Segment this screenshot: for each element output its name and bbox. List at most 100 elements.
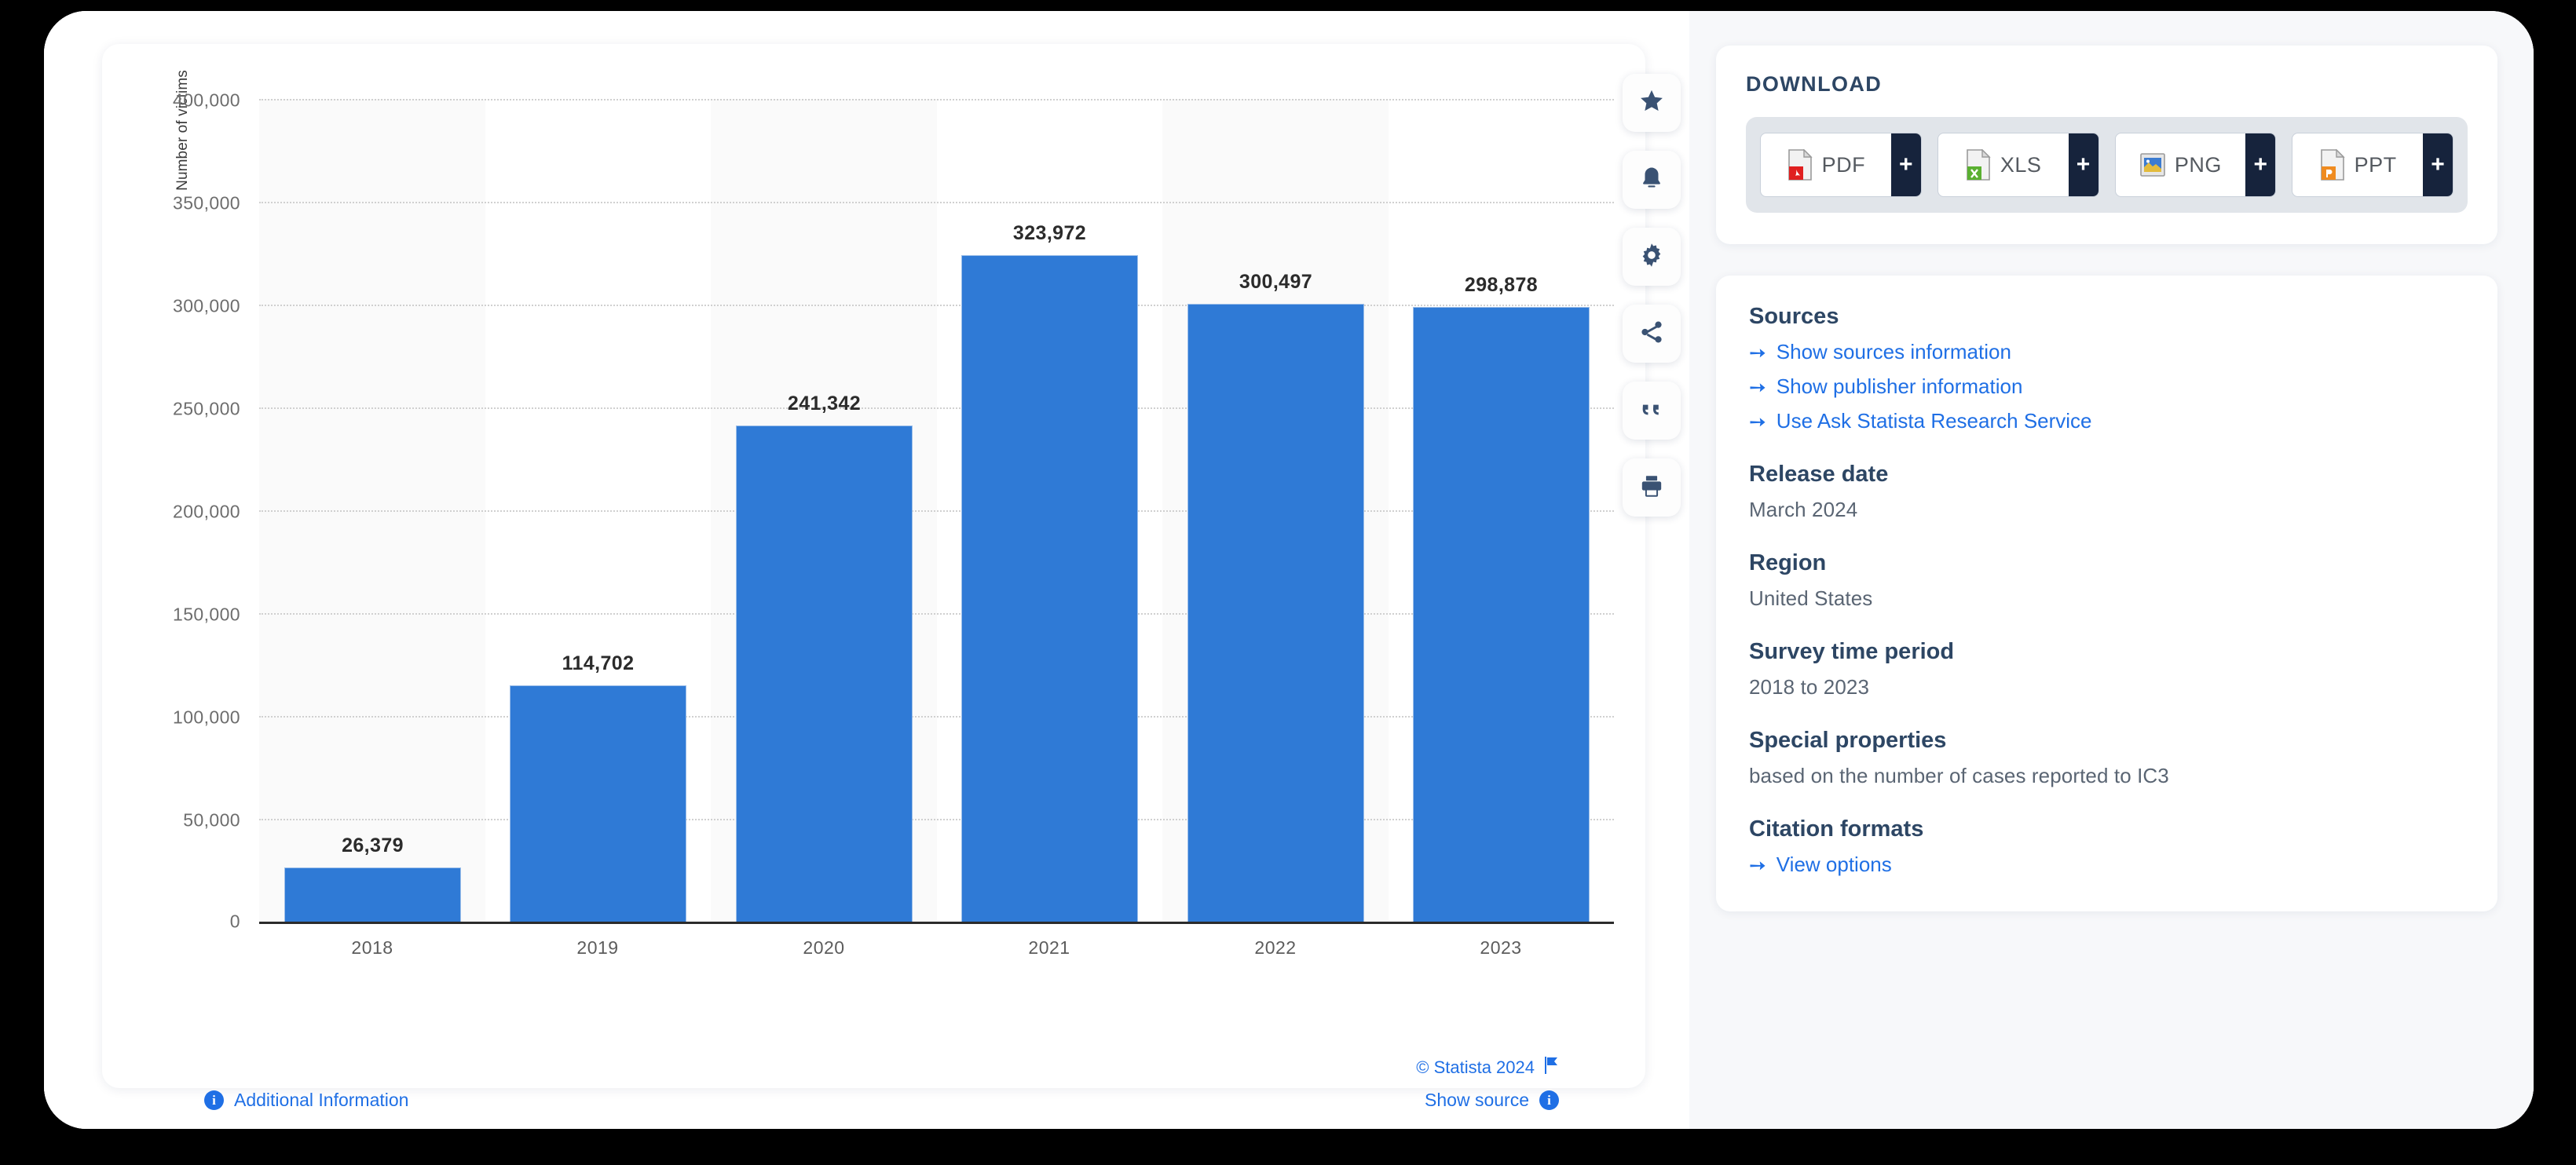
- download-pdf-main[interactable]: PDF: [1761, 133, 1891, 196]
- print-button[interactable]: [1623, 458, 1681, 517]
- show-publisher-information-link[interactable]: ➙ Show publisher information: [1749, 374, 2464, 399]
- quote-icon: [1638, 396, 1665, 426]
- download-ppt-plus[interactable]: +: [2423, 133, 2453, 196]
- additional-information-label: Additional Information: [234, 1090, 409, 1110]
- alert-button[interactable]: [1623, 151, 1681, 209]
- gridline: 250,000: [173, 399, 1614, 419]
- y-tick-label: 150,000: [173, 604, 240, 625]
- y-tick-label: 350,000: [173, 192, 240, 214]
- share-button[interactable]: [1623, 305, 1681, 363]
- download-title: DOWNLOAD: [1746, 72, 1883, 96]
- download-png-main[interactable]: PNG: [2116, 133, 2246, 196]
- xls-file-icon: [1965, 148, 1992, 181]
- special-properties-value: based on the number of cases reported to…: [1749, 764, 2169, 787]
- download-buttons-row: PDF + XLS + PNG + PPT +: [1746, 117, 2468, 213]
- gear-icon: [1638, 242, 1665, 272]
- show-source-link[interactable]: Show source i: [1425, 1090, 1559, 1111]
- download-pdf-button[interactable]: PDF +: [1760, 133, 1922, 197]
- info-icon: i: [204, 1090, 224, 1110]
- copyright-label: © Statista 2024: [1416, 1057, 1535, 1077]
- metadata-panel: Sources ➙ Show sources information ➙ Sho…: [1716, 276, 2497, 911]
- app-window: Number of victims 400,000 350,000 300,00…: [44, 11, 2534, 1129]
- flag-icon: [1543, 1057, 1559, 1079]
- arrow-right-icon: ➙: [1749, 409, 1766, 433]
- download-png-button[interactable]: PNG +: [2114, 133, 2277, 197]
- download-ppt-label: PPT: [2354, 152, 2397, 177]
- download-xls-label: XLS: [2000, 152, 2042, 177]
- y-tick-label: 400,000: [173, 89, 240, 111]
- bar-2022[interactable]: 300,497: [1187, 271, 1364, 922]
- show-source-label: Show source: [1425, 1090, 1529, 1110]
- y-tick-label: 200,000: [173, 501, 240, 522]
- ask-statista-research-service-link[interactable]: ➙ Use Ask Statista Research Service: [1749, 409, 2464, 433]
- png-file-icon: [2139, 149, 2166, 181]
- plot-area: 400,000 350,000 300,000 250,000 200,000: [173, 90, 1614, 932]
- chart-card: Number of victims 400,000 350,000 300,00…: [102, 44, 1645, 1110]
- x-tick-label-2022: 2022: [1254, 937, 1297, 958]
- download-ppt-button[interactable]: PPT +: [2292, 133, 2453, 197]
- x-tick-label-2023: 2023: [1480, 937, 1522, 958]
- download-panel: DOWNLOAD PDF + XLS + PNG + PPT +: [1716, 46, 2497, 244]
- cite-button[interactable]: [1623, 382, 1681, 440]
- citation-formats-heading: Citation formats: [1749, 816, 1924, 842]
- download-xls-button[interactable]: XLS +: [1937, 133, 2099, 197]
- download-pdf-plus[interactable]: +: [1890, 133, 1921, 196]
- release-date-heading: Release date: [1749, 462, 1889, 487]
- gridline: 100,000: [173, 707, 1614, 728]
- bar-2023[interactable]: 298,878: [1413, 274, 1590, 922]
- settings-button[interactable]: [1623, 228, 1681, 286]
- ask-statista-research-service-label: Use Ask Statista Research Service: [1776, 409, 2092, 433]
- additional-information-link[interactable]: i Additional Information: [204, 1090, 408, 1111]
- x-tick-label-2020: 2020: [803, 937, 845, 958]
- download-png-plus[interactable]: +: [2245, 133, 2276, 196]
- x-tick-label-2019: 2019: [576, 937, 619, 958]
- bar-value-label: 241,342: [787, 393, 862, 415]
- bar-2019[interactable]: 114,702: [510, 652, 686, 922]
- download-xls-plus[interactable]: +: [2068, 133, 2098, 196]
- download-ppt-main[interactable]: PPT: [2292, 133, 2423, 196]
- download-xls-main[interactable]: XLS: [1938, 133, 2069, 196]
- sidebar-column: DOWNLOAD PDF + XLS + PNG + PPT + Sources…: [1689, 11, 2534, 1129]
- gridline: 400,000: [173, 90, 1614, 111]
- region-heading: Region: [1749, 550, 1827, 575]
- region-value: United States: [1749, 586, 1873, 610]
- share-icon: [1638, 319, 1665, 349]
- gridline: 200,000: [173, 502, 1614, 522]
- show-sources-information-label: Show sources information: [1776, 340, 2011, 363]
- bar-value-label: 300,497: [1239, 271, 1313, 293]
- bar-value-label: 114,702: [562, 652, 635, 674]
- favorite-button[interactable]: [1623, 74, 1681, 132]
- survey-time-period-heading: Survey time period: [1749, 639, 1955, 664]
- y-tick-label: 250,000: [173, 398, 240, 419]
- y-axis-title: Number of victims: [174, 70, 191, 191]
- bell-icon: [1638, 165, 1665, 195]
- x-axis-line: [259, 922, 1614, 924]
- gridline: 50,000: [183, 810, 1614, 831]
- y-tick-label: 50,000: [183, 809, 240, 831]
- bar-2018[interactable]: 26,379: [284, 834, 461, 922]
- show-sources-information-link[interactable]: ➙ Show sources information: [1749, 340, 2464, 364]
- x-tick-label-2021: 2021: [1028, 937, 1070, 958]
- y-tick-label: 100,000: [173, 707, 240, 728]
- copyright-link[interactable]: © Statista 2024: [1416, 1057, 1559, 1079]
- bar-2020[interactable]: 241,342: [736, 393, 913, 922]
- info-icon: i: [1539, 1090, 1559, 1110]
- star-icon: [1638, 88, 1665, 119]
- view-citation-options-link[interactable]: ➙ View options: [1749, 853, 2464, 877]
- download-pdf-label: PDF: [1821, 152, 1866, 177]
- page-body: Number of victims 400,000 350,000 300,00…: [44, 11, 2534, 1129]
- bar-value-label: 26,379: [342, 834, 404, 856]
- x-tick-label-2018: 2018: [351, 937, 393, 958]
- pdf-file-icon: [1787, 148, 1813, 181]
- bar-2021[interactable]: 323,972: [961, 222, 1138, 922]
- download-png-label: PNG: [2174, 152, 2222, 177]
- survey-time-period-value: 2018 to 2023: [1749, 675, 1870, 699]
- gridline: 150,000: [173, 604, 1614, 625]
- arrow-right-icon: ➙: [1749, 340, 1766, 364]
- gridline: 350,000: [173, 193, 1614, 214]
- sources-heading: Sources: [1749, 304, 1839, 329]
- arrow-right-icon: ➙: [1749, 853, 1766, 877]
- y-tick-label: 300,000: [173, 295, 240, 316]
- release-date-value: March 2024: [1749, 498, 1858, 521]
- show-publisher-information-label: Show publisher information: [1776, 374, 2023, 398]
